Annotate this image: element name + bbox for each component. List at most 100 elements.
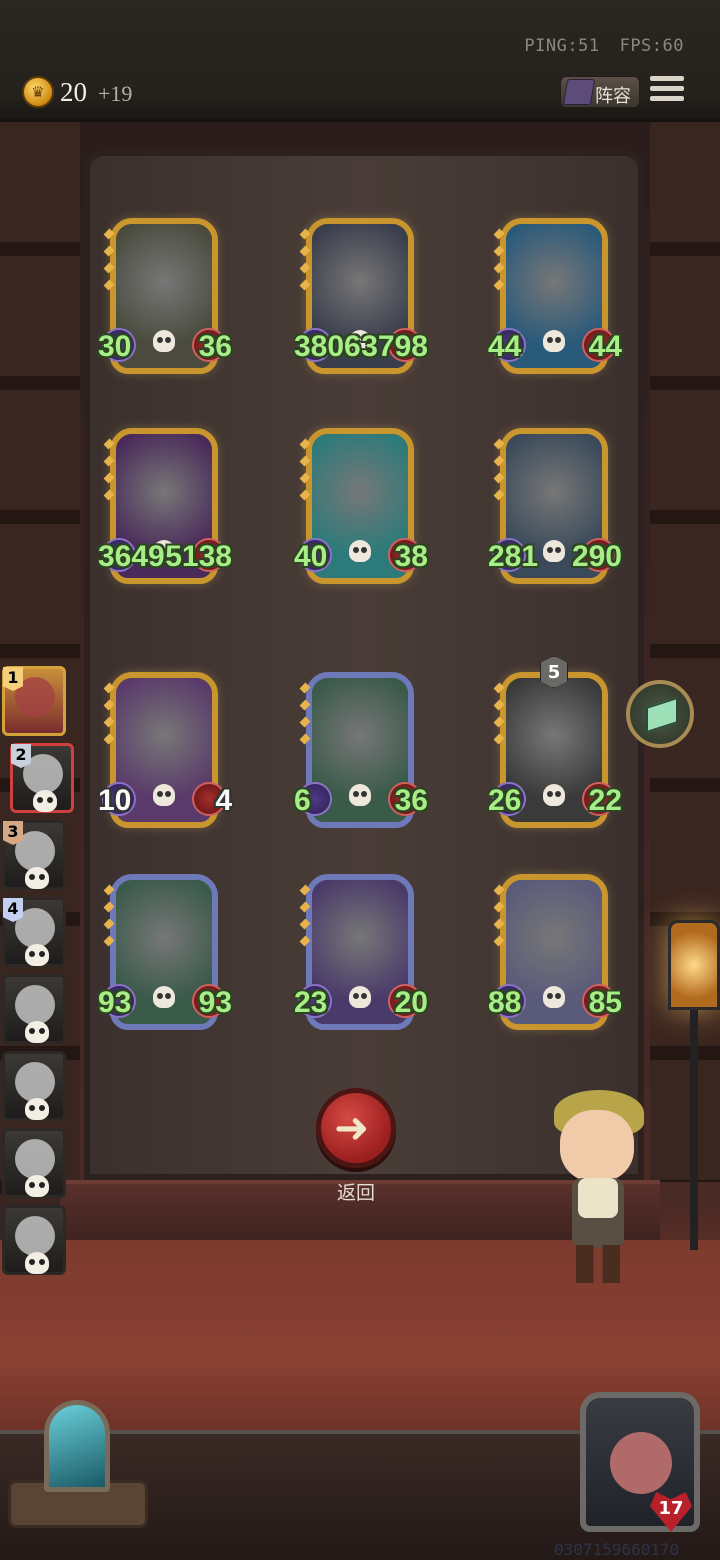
unit-health: 5138	[165, 540, 232, 573]
lineup-label: 阵容	[595, 86, 631, 107]
unit-health: 4	[215, 784, 232, 817]
skull-icon	[543, 540, 565, 562]
unit-health: 36	[394, 784, 428, 817]
tier-pips	[493, 228, 505, 296]
skull-icon	[349, 540, 371, 562]
tier-pips	[103, 884, 115, 952]
skull-icon	[349, 986, 371, 1008]
relic-icon	[646, 696, 678, 734]
skull-icon	[543, 330, 565, 352]
back-label: 返回	[336, 1182, 375, 1204]
unit-health: 44	[588, 330, 622, 363]
session-id: 0307159660170	[554, 1540, 680, 1559]
unit-attack: 281	[488, 540, 539, 573]
unit-health: 290	[571, 540, 622, 573]
player-avatar	[610, 1432, 672, 1494]
skull-icon	[25, 1252, 49, 1274]
queue-opponent-slot[interactable]: 3	[2, 820, 66, 890]
unit-health: 85	[588, 986, 622, 1019]
skull-icon	[25, 1098, 49, 1120]
unit-attack: 6	[294, 784, 311, 817]
tier-pips	[299, 884, 311, 952]
unit-health: 36	[198, 330, 232, 363]
back-button[interactable]: ➜	[316, 1088, 396, 1168]
unit-attack: 26	[488, 784, 522, 817]
hero-head	[560, 1110, 634, 1182]
rank-badge: 2	[11, 744, 31, 768]
tier-pips	[299, 228, 311, 296]
unit-attack: 3649	[98, 540, 165, 573]
queue-opponent-slot[interactable]: 4	[2, 897, 66, 967]
queue-opponent-slot[interactable]	[2, 1128, 66, 1198]
skull-icon	[25, 1175, 49, 1197]
rank-badge: 3	[3, 821, 23, 845]
menu-icon	[650, 76, 684, 81]
unit-card[interactable]: 40 38	[294, 428, 428, 588]
tier-pips	[493, 884, 505, 952]
unit-card[interactable]: 93 93	[98, 874, 232, 1034]
unit-health: 38	[394, 540, 428, 573]
tier-pips	[103, 438, 115, 506]
portal-icon	[44, 1400, 110, 1492]
unit-card[interactable]: 26 22 5	[488, 656, 622, 832]
tier-pips	[493, 438, 505, 506]
opponent-avatar	[15, 1062, 55, 1102]
unit-attack: 30	[98, 330, 132, 363]
portal-button[interactable]	[8, 1400, 148, 1530]
skull-icon	[153, 986, 175, 1008]
unit-health: 93	[198, 986, 232, 1019]
lantern-post	[690, 1010, 698, 1250]
skull-icon	[349, 784, 371, 806]
queue-opponent-slot[interactable]	[2, 1051, 66, 1121]
relic-button[interactable]	[626, 680, 694, 748]
skull-icon	[153, 330, 175, 352]
skull-icon	[25, 1021, 49, 1043]
unit-attack: 10	[98, 784, 132, 817]
menu-button[interactable]	[650, 76, 684, 106]
gold-coin-icon: ♛	[22, 76, 54, 108]
unit-health: 3798	[361, 330, 428, 363]
unit-card[interactable]: 281 290	[488, 428, 622, 588]
tier-pips	[299, 438, 311, 506]
unit-attack: 93	[98, 986, 132, 1019]
tier-pips	[103, 228, 115, 296]
unit-card[interactable]: 30 36	[98, 218, 232, 378]
queue-opponent-slot[interactable]: 1	[2, 666, 66, 736]
unit-health: 20	[394, 986, 428, 1019]
queue-opponent-slot[interactable]	[2, 974, 66, 1044]
unit-card[interactable]: 3806 3798	[294, 218, 428, 378]
network-stats: PING:51 FPS:60	[504, 36, 684, 56]
skull-icon	[543, 986, 565, 1008]
book-icon	[562, 79, 596, 105]
hero-legs	[576, 1245, 620, 1283]
unit-attack: 3806	[294, 330, 361, 363]
skull-icon	[25, 944, 49, 966]
skull-icon	[33, 790, 57, 812]
opponent-avatar	[15, 1216, 55, 1256]
tier-pips	[103, 682, 115, 750]
lineup-button[interactable]: 阵容	[560, 76, 640, 108]
unit-card[interactable]: 10 4	[98, 672, 232, 832]
skull-icon	[153, 784, 175, 806]
ping-readout: PING:51	[524, 36, 600, 56]
queue-opponent-slot[interactable]	[2, 1205, 66, 1275]
top-bar: PING:51 FPS:60 ♛ 20 +19 阵容	[0, 0, 720, 122]
opponent-avatar	[15, 1139, 55, 1179]
queue-opponent-slot[interactable]: 2	[10, 743, 74, 813]
opponent-avatar	[15, 985, 55, 1025]
unit-card[interactable]: 44 44	[488, 218, 622, 378]
unit-card[interactable]: 88 85	[488, 874, 622, 1034]
unit-card[interactable]: 23 20	[294, 874, 428, 1034]
unit-card[interactable]: 3649 5138	[98, 428, 232, 588]
tier-pips	[493, 682, 505, 750]
left-arrow-icon: ➜	[334, 1103, 370, 1152]
hero-character[interactable]	[548, 1090, 648, 1285]
skull-icon	[543, 784, 565, 806]
lantern	[668, 920, 720, 1010]
right-bookshelf	[650, 122, 720, 1182]
unit-attack: 88	[488, 986, 522, 1019]
hero-shirt	[578, 1178, 618, 1218]
rank-badge: 4	[3, 898, 23, 922]
unit-card[interactable]: 6 36	[294, 672, 428, 832]
gold-amount: 20	[60, 77, 87, 107]
